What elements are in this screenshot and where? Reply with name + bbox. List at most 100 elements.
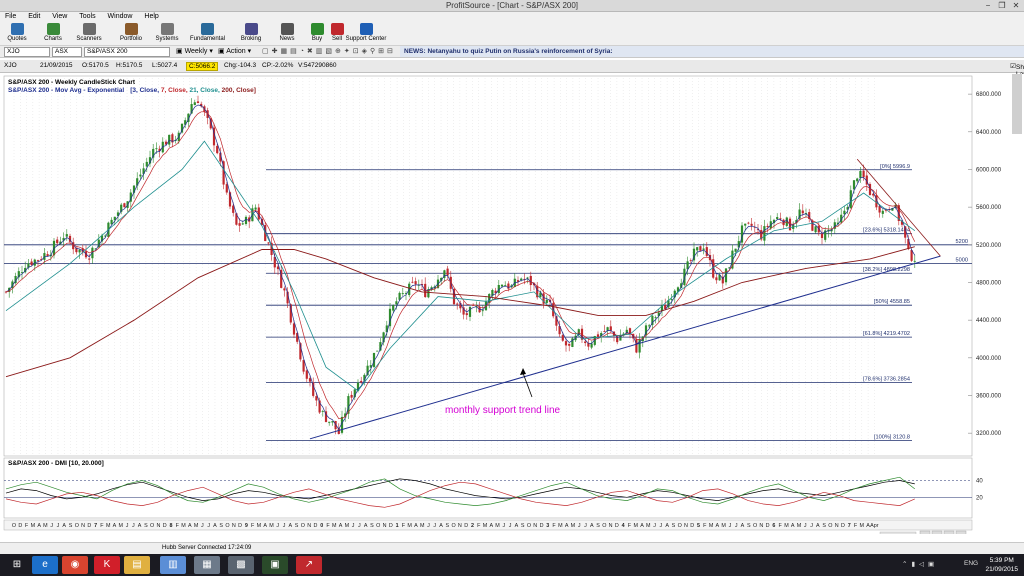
chart-subtitle: S&P/ASX 200 - Mov Avg - Exponential [3, C… (8, 87, 256, 94)
fundamental-icon (200, 23, 214, 35)
x-tick-label: O (301, 523, 305, 529)
x-tick-label: M (43, 523, 48, 529)
menu-file[interactable]: File (0, 12, 21, 22)
x-tick-label: M (420, 523, 425, 529)
x-tick-label: A (665, 523, 669, 529)
x-tick-label: M (721, 523, 726, 529)
info-low: L:5027.4 (152, 62, 178, 69)
candle-body (414, 281, 417, 285)
profitsource-icon[interactable]: ↗ (296, 556, 322, 574)
exchange-select[interactable]: ASX (52, 47, 82, 57)
x-tick-label: O (225, 523, 229, 529)
photo-icon[interactable]: ▦ (194, 556, 220, 574)
y-tick-label: 3200.000 (976, 431, 1002, 437)
side-scroll-handle[interactable] (1012, 74, 1022, 134)
fib-level-label: [50%] 4558.85 (874, 299, 910, 305)
menu-help[interactable]: Help (139, 12, 163, 22)
toolbar-portfolio-button[interactable]: Portfolio (114, 23, 148, 45)
candle-body (670, 299, 673, 300)
x-tick-label: A (289, 523, 293, 529)
candle-body (315, 396, 318, 401)
systems-icon (160, 23, 174, 35)
chrome-icon[interactable]: ◉ (62, 556, 88, 574)
menu-bar: File Edit View Tools Window Help (0, 12, 1024, 22)
x-tick-label: J (201, 523, 204, 529)
menu-edit[interactable]: Edit (23, 12, 45, 22)
calculator-icon[interactable]: ▩ (228, 556, 254, 574)
security-name-field[interactable]: S&P/ASX 200 (84, 47, 170, 57)
document-icon[interactable]: ▥ (160, 556, 186, 574)
k-app-icon[interactable]: K (94, 556, 120, 574)
ma-param-200: 200, Close] (222, 87, 256, 94)
toolbar-quotes-button[interactable]: Quotes (0, 23, 34, 45)
restore-button[interactable]: ❐ (996, 1, 1008, 11)
x-tick-label: 0 (320, 523, 323, 529)
x-tick-label: J (57, 523, 60, 529)
menu-tools[interactable]: Tools (74, 12, 100, 22)
candle-body (689, 260, 692, 261)
candle-body (859, 171, 862, 178)
chart-tools-strip[interactable]: ▢✚▦▤◔✖▥▧⊕✦⊡◈⚲⊞⊟ (262, 47, 396, 57)
candle-body (564, 341, 568, 346)
action-menu[interactable]: ▣ Action ▾ (218, 47, 251, 57)
candle-body (155, 148, 158, 150)
candle-body (46, 254, 49, 256)
candle-body (913, 260, 916, 262)
x-tick-label: O (602, 523, 606, 529)
toolbar-news-button[interactable]: News (270, 23, 304, 45)
x-tick-label: A (489, 523, 493, 529)
news-ticker[interactable]: NEWS: Netanyahu to quiz Putin on Russia'… (400, 46, 1024, 57)
period-label: Weekly (184, 48, 208, 55)
candle-body (763, 226, 766, 241)
file-explorer-icon[interactable]: ▤ (124, 556, 150, 574)
dmi-y-tick-label: 20 (976, 495, 983, 501)
candle-body (779, 218, 782, 220)
x-tick-label: N (609, 523, 613, 529)
toolbar-broking-button[interactable]: Broking (234, 23, 268, 45)
broking-icon (244, 23, 258, 35)
toolbar-fundamental-button[interactable]: Fundamental (190, 23, 225, 45)
system-clock[interactable]: 5:39 PM 21/09/2015 (985, 556, 1018, 574)
menu-window[interactable]: Window (103, 12, 138, 22)
toolbar-scanners-button[interactable]: Scanners (72, 23, 106, 45)
minimize-button[interactable]: − (982, 1, 994, 11)
x-tick-label: Apr (870, 523, 879, 529)
x-tick-label: A (414, 523, 418, 529)
x-tick-label: 4 (622, 523, 625, 529)
candle-body (696, 247, 699, 251)
candle-body (168, 134, 171, 145)
internet-explorer-icon[interactable]: e (32, 556, 58, 574)
info-change: Chg:-104.3 (224, 62, 257, 69)
start-icon[interactable]: ⊞ (4, 556, 30, 574)
candle-body (603, 331, 606, 332)
symbol-input[interactable]: XJO (4, 47, 50, 57)
x-tick-label: 7 (848, 523, 851, 529)
period-select[interactable]: ▣ Weekly ▾ (176, 47, 213, 57)
toolbar-support-center-button[interactable]: Support Center (344, 23, 388, 45)
candle-body (465, 313, 468, 316)
menu-view[interactable]: View (47, 12, 72, 22)
candle-body (244, 216, 248, 224)
toolbar-label: Broking (240, 36, 262, 42)
x-tick-label: D (313, 523, 317, 529)
chart-svg[interactable]: [0%] 5996.9 [23.6%] 5318.1404 [38.2%] 4898… (0, 74, 1024, 539)
system-tray-icons[interactable]: ⌃▮◁▣ (902, 560, 938, 568)
x-tick-label: O (451, 523, 455, 529)
show-last-checkbox[interactable]: ☑ Show Last (1010, 62, 1024, 78)
toolbar-charts-button[interactable]: Charts (36, 23, 70, 45)
candle-body (305, 370, 308, 379)
candle-body (852, 180, 856, 190)
chart-area[interactable]: [0%] 5996.9 [23.6%] 5318.1404 [38.2%] 4898… (0, 74, 1024, 539)
candle-body (766, 225, 769, 228)
candle-body (654, 317, 657, 318)
candle-body (500, 284, 504, 287)
language-indicator[interactable]: ENG (964, 560, 978, 567)
toolbar-label: Support Center (345, 36, 387, 42)
x-tick-label: J (659, 523, 662, 529)
x-tick-label: 5 (697, 523, 700, 529)
close-button[interactable]: ✕ (1010, 1, 1022, 11)
x-tick-label: D (163, 523, 167, 529)
ma-param-7: 7, Close, (161, 87, 190, 94)
toolbar-systems-button[interactable]: Systems (150, 23, 184, 45)
terminal-icon[interactable]: ▣ (262, 556, 288, 574)
